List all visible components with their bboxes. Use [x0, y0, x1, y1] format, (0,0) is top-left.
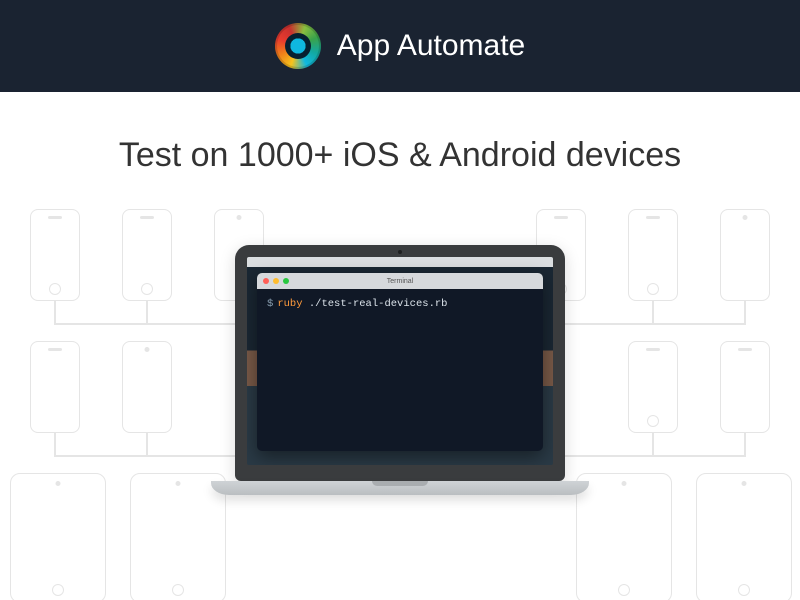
prompt-symbol: $	[267, 298, 273, 310]
connector-wire	[146, 433, 148, 455]
connector-wire	[54, 433, 56, 455]
connector-wire	[652, 301, 654, 323]
phone-outline-icon	[30, 209, 80, 301]
phone-outline-icon	[628, 209, 678, 301]
laptop-desktop: Terminal $ ruby ./test-real-devices.rb	[247, 257, 553, 465]
connector-wire	[744, 301, 746, 323]
tablet-outline-icon	[10, 473, 106, 600]
connector-wire	[146, 301, 148, 323]
product-name: App Automate	[337, 29, 525, 63]
phone-outline-icon	[122, 341, 172, 433]
terminal-body: $ ruby ./test-real-devices.rb	[257, 289, 543, 321]
header-bar: App Automate	[0, 0, 800, 92]
hero-title: Test on 1000+ iOS & Android devices	[0, 136, 800, 175]
phone-outline-icon	[628, 341, 678, 433]
phone-outline-icon	[122, 209, 172, 301]
terminal-window: Terminal $ ruby ./test-real-devices.rb	[257, 273, 543, 451]
tablet-outline-icon	[576, 473, 672, 600]
terminal-titlebar: Terminal	[257, 273, 543, 289]
device-backdrop: Terminal $ ruby ./test-real-devices.rb	[0, 205, 800, 600]
laptop-screen-bezel: Terminal $ ruby ./test-real-devices.rb	[235, 245, 565, 481]
macos-menubar	[247, 257, 553, 267]
command-binary: ruby	[277, 298, 302, 310]
eye-ring-logo-icon	[275, 23, 321, 69]
laptop-illustration: Terminal $ ruby ./test-real-devices.rb	[235, 245, 565, 495]
tablet-outline-icon	[696, 473, 792, 600]
terminal-title: Terminal	[257, 278, 543, 285]
webcam-icon	[398, 250, 402, 254]
connector-wire	[744, 433, 746, 455]
phone-outline-icon	[720, 341, 770, 433]
laptop-base	[211, 481, 589, 495]
phone-outline-icon	[30, 341, 80, 433]
phone-outline-icon	[720, 209, 770, 301]
connector-wire	[54, 301, 56, 323]
connector-wire	[652, 433, 654, 455]
command-argument: ./test-real-devices.rb	[309, 298, 448, 310]
tablet-outline-icon	[130, 473, 226, 600]
